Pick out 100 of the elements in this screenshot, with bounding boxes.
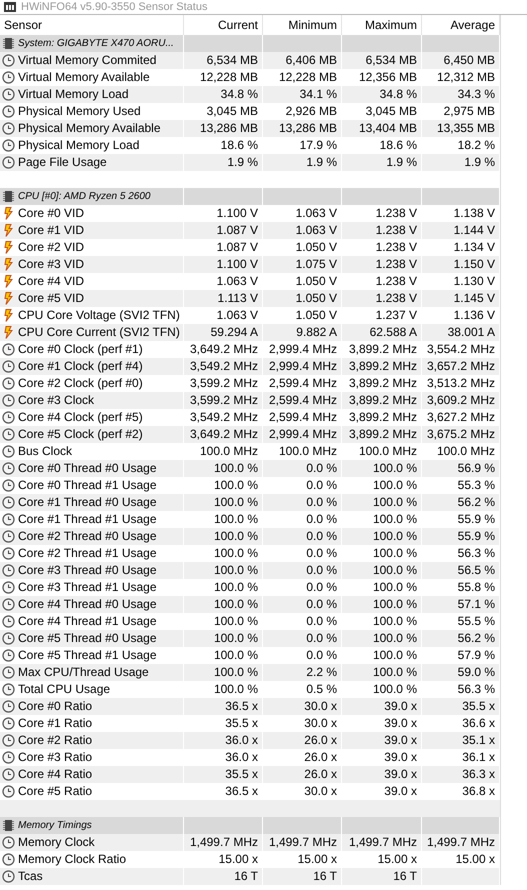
sensor-row[interactable]: Core #0 Thread #0 Usage 100.0 % 0.0 % 100.0 % 56.9 % bbox=[0, 460, 500, 477]
sensor-row[interactable]: Core #5 Thread #0 Usage 100.0 % 0.0 % 100.0 % 56.2 % bbox=[0, 630, 500, 647]
value-text: 62.588 A bbox=[370, 325, 417, 340]
value-text: 1.144 V bbox=[454, 223, 495, 238]
value-text: 1.130 V bbox=[454, 274, 495, 289]
sensor-label: Core #3 Thread #0 Usage bbox=[18, 563, 157, 578]
value-text: 55.3 % bbox=[458, 478, 495, 493]
value-text: 56.2 % bbox=[458, 495, 495, 510]
sensor-label: Core #0 Clock (perf #1) bbox=[18, 342, 143, 357]
clock-icon bbox=[2, 122, 15, 135]
value-text: 100.0 % bbox=[214, 614, 258, 629]
section-header-row[interactable]: Memory Timings bbox=[0, 817, 500, 834]
value-text: 16 T bbox=[234, 869, 258, 884]
value-text: 17.9 % bbox=[300, 138, 337, 153]
value-text: 16 T bbox=[393, 869, 417, 884]
value-text: 39.0 x bbox=[384, 716, 417, 731]
sensor-row[interactable]: Page File Usage 1.9 % 1.9 % 1.9 % 1.9 % bbox=[0, 154, 500, 171]
value-text: 56.3 % bbox=[458, 682, 495, 697]
value-text: 100.0 % bbox=[214, 529, 258, 544]
section-header-row[interactable]: CPU [#0]: AMD Ryzen 5 2600 bbox=[0, 188, 500, 205]
sensor-row[interactable]: Virtual Memory Commited 6,534 MB 6,406 MB 6,534 MB 6,450 MB bbox=[0, 52, 500, 69]
sensor-label: Core #3 Ratio bbox=[18, 750, 92, 765]
value-text: 100.0 % bbox=[372, 682, 417, 697]
value-text: 3,899.2 MHz bbox=[348, 410, 417, 425]
lightning-bolt-icon bbox=[2, 309, 15, 322]
value-text: 2,999.4 MHz bbox=[268, 342, 337, 357]
sensor-label: Physical Memory Load bbox=[18, 138, 140, 153]
clock-icon bbox=[2, 394, 15, 407]
value-text: 100.0 % bbox=[372, 648, 417, 663]
sensor-row[interactable]: Core #1 Thread #0 Usage 100.0 % 0.0 % 100.0 % 56.2 % bbox=[0, 494, 500, 511]
section-title: CPU [#0]: AMD Ryzen 5 2600 bbox=[18, 190, 150, 204]
sensor-row[interactable]: Core #4 Ratio 35.5 x 26.0 x 39.0 x 36.3 x bbox=[0, 766, 500, 783]
sensor-label: CPU Core Current (SVI2 TFN) bbox=[18, 325, 180, 340]
value-text: 34.1 % bbox=[300, 87, 337, 102]
value-text: 26.0 x bbox=[304, 767, 337, 782]
value-text: 1,499.7 MHz bbox=[426, 835, 495, 850]
lightning-bolt-icon bbox=[2, 241, 15, 254]
value-text: 100.0 % bbox=[214, 563, 258, 578]
clock-icon bbox=[2, 428, 15, 441]
clock-icon bbox=[2, 751, 15, 764]
sensor-row[interactable]: Core #1 Clock (perf #4) 3,549.2 MHz 2,999.4 MHz 3,899.2 MHz 3,657.2 MHz bbox=[0, 358, 500, 375]
value-text: 100.0 % bbox=[214, 648, 258, 663]
value-text: 6,450 MB bbox=[444, 53, 495, 68]
sensor-label: Core #2 Thread #0 Usage bbox=[18, 529, 157, 544]
sensor-label: Core #2 Ratio bbox=[18, 733, 92, 748]
sensor-label: Core #1 Ratio bbox=[18, 716, 92, 731]
sensor-label: Core #0 Thread #1 Usage bbox=[18, 478, 157, 493]
sensor-row[interactable]: Core #1 VID 1.087 V 1.063 V 1.238 V 1.144 V bbox=[0, 222, 500, 239]
sensor-row[interactable]: Core #3 Clock 3,599.2 MHz 2,599.4 MHz 3,899.2 MHz 3,609.2 MHz bbox=[0, 392, 500, 409]
clock-icon bbox=[2, 445, 15, 458]
value-text: 1.9 % bbox=[386, 155, 417, 170]
sensor-row[interactable]: Core #4 Thread #0 Usage 100.0 % 0.0 % 100.0 % 57.1 % bbox=[0, 596, 500, 613]
value-text: 36.0 x bbox=[225, 750, 258, 765]
clock-icon bbox=[2, 54, 15, 67]
value-text: 1,499.7 MHz bbox=[190, 835, 258, 850]
value-text: 18.6 % bbox=[220, 138, 258, 153]
sensor-label: Virtual Memory Commited bbox=[18, 53, 156, 68]
sensor-row[interactable]: Core #5 VID 1.113 V 1.050 V 1.238 V 1.145 V bbox=[0, 290, 500, 307]
chip-icon bbox=[2, 37, 15, 50]
sensor-row[interactable]: Memory Clock 1,499.7 MHz 1,499.7 MHz 1,499.7 MHz 1,499.7 MHz bbox=[0, 834, 500, 851]
clock-icon bbox=[2, 649, 15, 662]
lightning-bolt-icon bbox=[2, 224, 15, 237]
sensor-row[interactable]: Core #3 VID 1.100 V 1.075 V 1.238 V 1.150 V bbox=[0, 256, 500, 273]
sensor-label: Core #5 Thread #1 Usage bbox=[18, 648, 157, 663]
sensor-row[interactable]: Virtual Memory Load 34.8 % 34.1 % 34.8 % 34.3 % bbox=[0, 86, 500, 103]
value-text: 35.5 x bbox=[225, 767, 258, 782]
clock-icon bbox=[2, 581, 15, 594]
value-text: 1.063 V bbox=[296, 206, 337, 221]
value-text: 2,599.4 MHz bbox=[268, 410, 337, 425]
value-text: 1.238 V bbox=[376, 257, 417, 272]
sensor-row[interactable]: Core #3 Thread #0 Usage 100.0 % 0.0 % 100.0 % 56.5 % bbox=[0, 562, 500, 579]
value-text: 12,228 MB bbox=[278, 70, 337, 85]
value-text: 39.0 x bbox=[384, 767, 417, 782]
clock-icon bbox=[2, 615, 15, 628]
value-text: 0.0 % bbox=[306, 597, 337, 612]
value-text: 100.0 % bbox=[214, 665, 258, 680]
sensor-label: Core #0 VID bbox=[18, 206, 84, 221]
section-header-row[interactable]: System: GIGABYTE X470 AORU... bbox=[0, 35, 500, 52]
sensor-row[interactable]: Physical Memory Available 13,286 MB 13,286 MB 13,404 MB 13,355 MB bbox=[0, 120, 500, 137]
value-text: 2,999.4 MHz bbox=[268, 427, 337, 442]
sensor-row[interactable]: Max CPU/Thread Usage 100.0 % 2.2 % 100.0 % 59.0 % bbox=[0, 664, 500, 681]
value-text: 1.100 V bbox=[216, 257, 258, 272]
sensor-row[interactable]: Tcas 16 T 16 T 16 T bbox=[0, 868, 500, 885]
value-text: 100.0 % bbox=[214, 461, 258, 476]
sensor-row[interactable]: Core #5 Clock (perf #2) 3,649.2 MHz 2,999.4 MHz 3,899.2 MHz 3,675.2 MHz bbox=[0, 426, 500, 443]
sensor-row[interactable]: CPU Core Current (SVI2 TFN) 59.294 A 9.882 A 62.588 A 38.001 A bbox=[0, 324, 500, 341]
value-text: 3,549.2 MHz bbox=[190, 359, 258, 374]
sensor-label: Total CPU Usage bbox=[18, 682, 110, 697]
clock-icon bbox=[2, 156, 15, 169]
value-text: 1.063 V bbox=[216, 308, 258, 323]
sensor-label: Core #1 Thread #0 Usage bbox=[18, 495, 157, 510]
value-text: 15.00 x bbox=[456, 852, 495, 867]
sensor-row[interactable]: Core #2 Ratio 36.0 x 26.0 x 39.0 x 35.1 x bbox=[0, 732, 500, 749]
sensor-row[interactable]: Core #2 Thread #0 Usage 100.0 % 0.0 % 100.0 % 55.9 % bbox=[0, 528, 500, 545]
value-text: 100.0 % bbox=[214, 597, 258, 612]
value-text: 6,406 MB bbox=[286, 53, 337, 68]
sensor-row[interactable]: Core #0 Ratio 36.5 x 30.0 x 39.0 x 35.5 x bbox=[0, 698, 500, 715]
sensor-label: Core #1 Thread #1 Usage bbox=[18, 512, 157, 527]
value-text: 100.0 % bbox=[372, 529, 417, 544]
value-text: 55.9 % bbox=[458, 529, 495, 544]
